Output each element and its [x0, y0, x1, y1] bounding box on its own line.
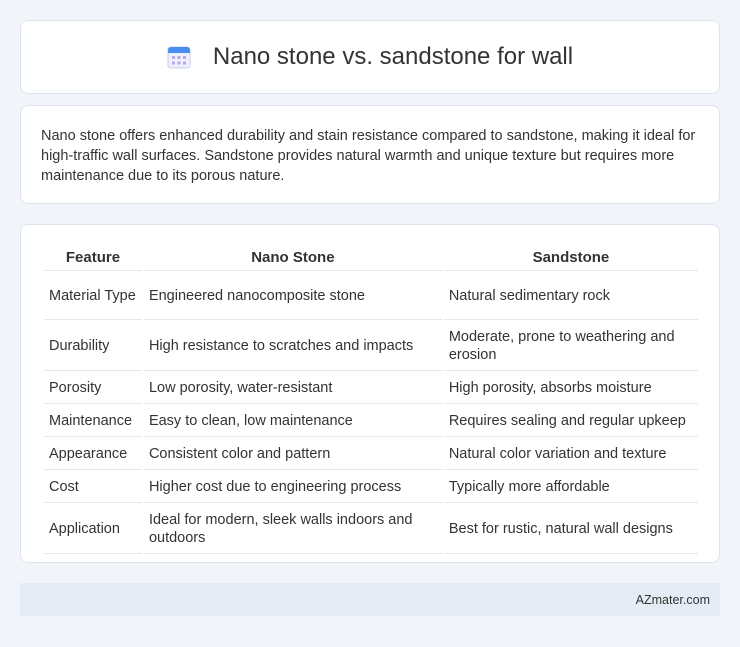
summary-text: Nano stone offers enhanced durability an… [41, 128, 696, 184]
comparison-table-card: Feature Nano Stone Sandstone Material Ty… [20, 224, 720, 563]
cell-nano-stone: Easy to clean, low maintenance [143, 406, 442, 437]
cell-feature: Material Type [44, 273, 142, 320]
title-card: Nano stone vs. sandstone for wall [20, 20, 720, 94]
footer-brand[interactable]: AZmater.com [636, 593, 710, 607]
cell-sandstone: Natural sedimentary rock [443, 273, 698, 320]
page-title: Nano stone vs. sandstone for wall [212, 43, 574, 70]
table-row: Application Ideal for modern, sleek wall… [44, 505, 698, 554]
cell-feature: Application [44, 505, 142, 554]
comparison-table: Feature Nano Stone Sandstone Material Ty… [42, 243, 700, 556]
cell-sandstone: High porosity, absorbs moisture [443, 373, 698, 404]
cell-feature: Porosity [44, 373, 142, 404]
cell-sandstone: Best for rustic, natural wall designs [443, 505, 698, 554]
header-feature: Feature [44, 245, 142, 271]
summary-card: Nano stone offers enhanced durability an… [20, 105, 720, 204]
table-row: Material Type Engineered nanocomposite s… [44, 273, 698, 320]
table-row: Maintenance Easy to clean, low maintenan… [44, 406, 698, 437]
footer: AZmater.com [20, 583, 720, 616]
calendar-icon [167, 45, 191, 69]
table-row: Appearance Consistent color and pattern … [44, 439, 698, 470]
cell-feature: Cost [44, 472, 142, 503]
header-sandstone: Sandstone [443, 245, 698, 271]
cell-nano-stone: Ideal for modern, sleek walls indoors an… [143, 505, 442, 554]
header-nano-stone: Nano Stone [143, 245, 442, 271]
cell-nano-stone: Higher cost due to engineering process [143, 472, 442, 503]
cell-feature: Appearance [44, 439, 142, 470]
table-row: Durability High resistance to scratches … [44, 322, 698, 371]
cell-nano-stone: Engineered nanocomposite stone [143, 273, 442, 320]
cell-sandstone: Requires sealing and regular upkeep [443, 406, 698, 437]
table-header-row: Feature Nano Stone Sandstone [44, 245, 698, 271]
cell-feature: Durability [44, 322, 142, 371]
cell-feature: Maintenance [44, 406, 142, 437]
cell-sandstone: Moderate, prone to weathering and erosio… [443, 322, 698, 371]
table-row: Cost Higher cost due to engineering proc… [44, 472, 698, 503]
cell-nano-stone: Consistent color and pattern [143, 439, 442, 470]
cell-sandstone: Natural color variation and texture [443, 439, 698, 470]
cell-sandstone: Typically more affordable [443, 472, 698, 503]
cell-nano-stone: Low porosity, water-resistant [143, 373, 442, 404]
table-row: Porosity Low porosity, water-resistant H… [44, 373, 698, 404]
cell-nano-stone: High resistance to scratches and impacts [143, 322, 442, 371]
